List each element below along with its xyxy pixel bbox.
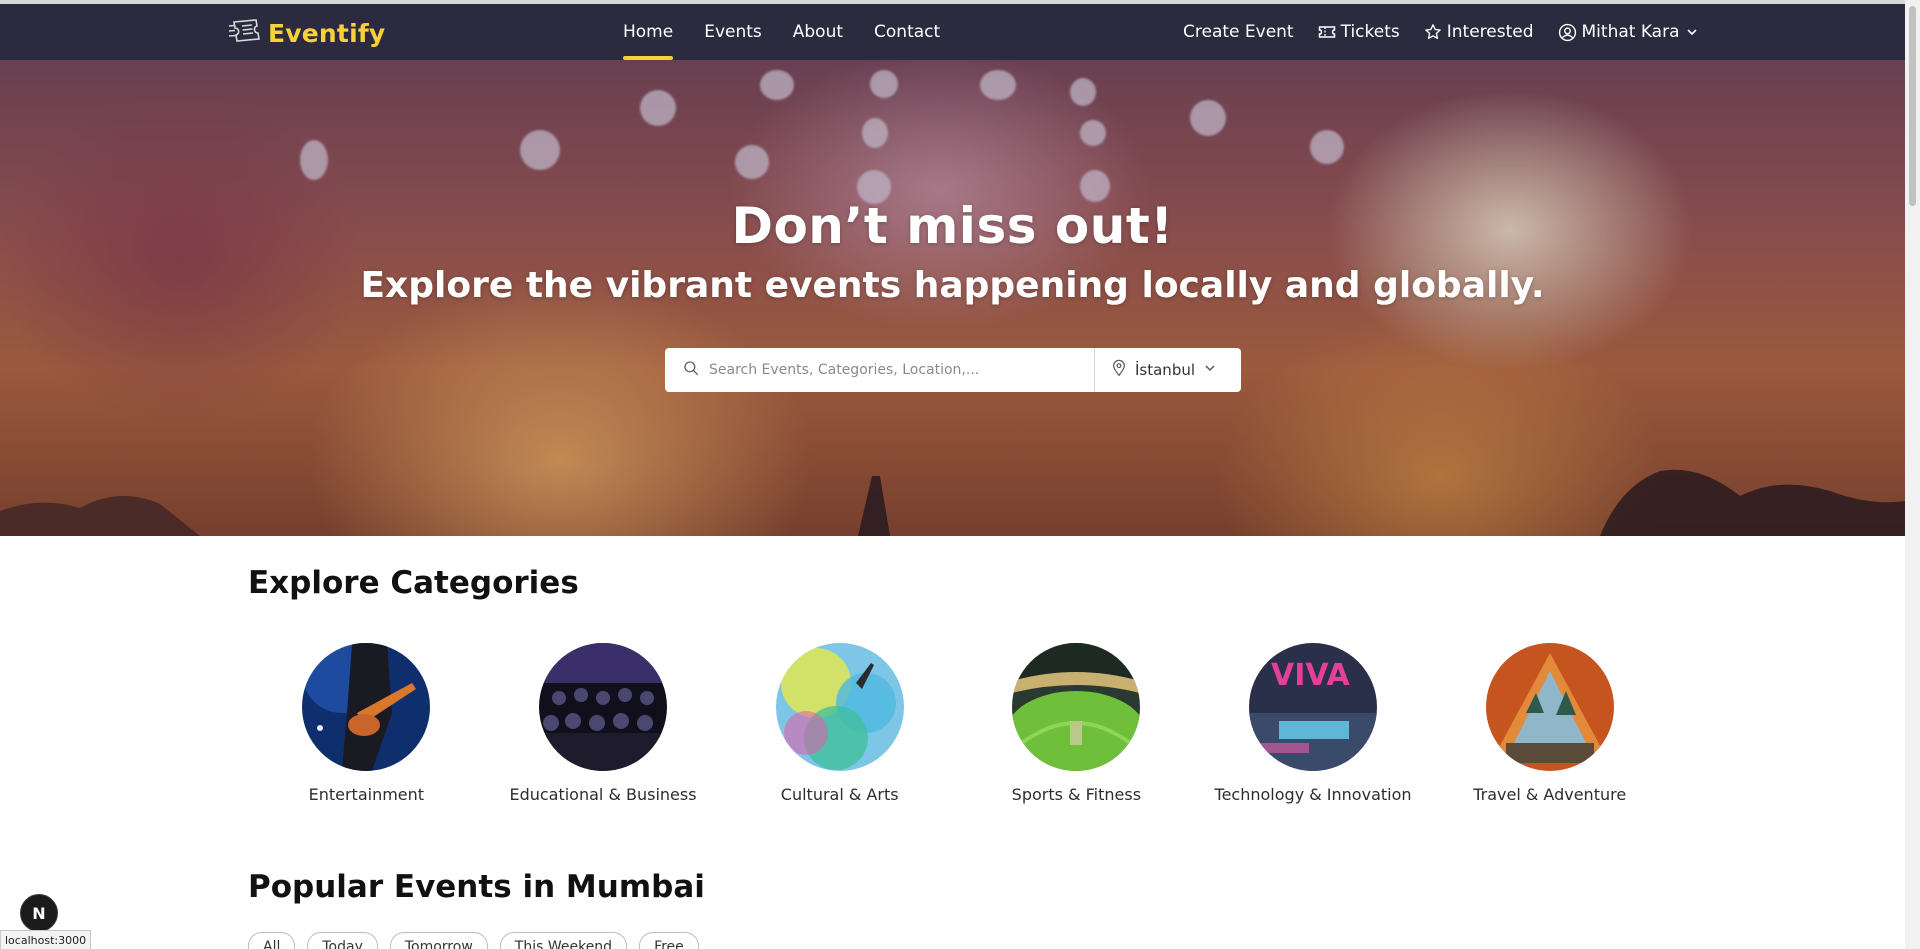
svg-text:VIVA: VIVA: [1271, 658, 1351, 693]
create-event-label: Create Event: [1183, 22, 1294, 42]
categories-heading: Explore Categories: [248, 565, 579, 601]
audience-photo: [539, 643, 667, 771]
category-list: Entertainment Educational & Business Cul…: [248, 643, 1668, 804]
category-educational-business[interactable]: Educational & Business: [485, 643, 722, 804]
nav-home[interactable]: Home: [623, 4, 674, 60]
color-festival-photo: [775, 643, 904, 771]
user-name: Mithat Kara: [1581, 22, 1680, 42]
tickets-label: Tickets: [1340, 22, 1400, 42]
hero-banner: Don’t miss out! Explore the vibrant even…: [0, 60, 1905, 536]
user-menu[interactable]: Mithat Kara: [1558, 22, 1699, 42]
status-bar-url: localhost:3000: [0, 930, 92, 949]
category-cultural-arts[interactable]: Cultural & Arts: [721, 643, 958, 804]
search-bar: İstanbul: [665, 348, 1241, 392]
hero-subtitle: Explore the vibrant events happening loc…: [360, 265, 1545, 306]
popular-heading: Popular Events in Mumbai: [248, 869, 705, 905]
user-nav: Create Event Tickets Interested Mithat K…: [1183, 4, 1699, 60]
navbar: Eventify Home Events About Contact Creat…: [0, 4, 1905, 60]
filter-all[interactable]: All: [248, 932, 296, 949]
category-travel-adventure[interactable]: Travel & Adventure: [1431, 643, 1668, 804]
location-value: İstanbul: [1135, 361, 1196, 379]
interested-link[interactable]: Interested: [1424, 22, 1534, 42]
event-filters: All Today Tomorrow This Weekend Free: [248, 932, 699, 949]
nav-contact[interactable]: Contact: [874, 4, 940, 60]
star-icon: [1424, 23, 1442, 41]
stadium-photo: [1012, 643, 1141, 771]
main-nav: Home Events About Contact: [623, 4, 971, 60]
tickets-link[interactable]: Tickets: [1318, 22, 1400, 42]
brand-logo[interactable]: Eventify: [226, 18, 385, 48]
category-sports-fitness[interactable]: Sports & Fitness: [958, 643, 1195, 804]
nav-about[interactable]: About: [793, 4, 843, 60]
hero-title: Don’t miss out!: [731, 197, 1174, 255]
category-label: Educational & Business: [509, 785, 697, 804]
interested-label: Interested: [1446, 22, 1534, 42]
tent-photo: [1485, 643, 1614, 771]
filter-today[interactable]: Today: [307, 932, 378, 949]
scrollbar-thumb[interactable]: [1909, 6, 1916, 206]
ticket-icon: [226, 17, 262, 49]
filter-tomorrow[interactable]: Tomorrow: [389, 932, 488, 949]
category-entertainment[interactable]: Entertainment: [248, 643, 485, 804]
search-icon: [665, 359, 709, 381]
filter-free[interactable]: Free: [639, 932, 699, 949]
create-event-link[interactable]: Create Event: [1183, 22, 1294, 42]
tech-expo-photo: VIVA: [1249, 643, 1378, 771]
search-field: [665, 348, 1095, 392]
category-label: Sports & Fitness: [1011, 785, 1142, 804]
nextjs-dev-badge[interactable]: N: [20, 894, 58, 932]
map-pin-icon: [1111, 359, 1127, 381]
category-label: Travel & Adventure: [1473, 785, 1627, 804]
chevron-down-icon: [1685, 25, 1699, 39]
search-input[interactable]: [709, 362, 1079, 378]
filter-this-weekend[interactable]: This Weekend: [499, 932, 628, 949]
category-technology-innovation[interactable]: VIVA Technology & Innovation: [1195, 643, 1432, 804]
category-label: Cultural & Arts: [780, 785, 899, 804]
brand-name: Eventify: [268, 18, 386, 48]
location-select[interactable]: İstanbul: [1095, 348, 1217, 392]
user-circle-icon: [1558, 23, 1577, 42]
category-label: Technology & Innovation: [1214, 785, 1412, 804]
crowd-silhouette: [0, 469, 1905, 536]
guitarist-photo: [302, 643, 431, 771]
category-label: Entertainment: [308, 785, 425, 804]
nav-events[interactable]: Events: [704, 4, 762, 60]
ticket-outline-icon: [1318, 24, 1336, 40]
chevron-down-icon: [1203, 361, 1217, 379]
